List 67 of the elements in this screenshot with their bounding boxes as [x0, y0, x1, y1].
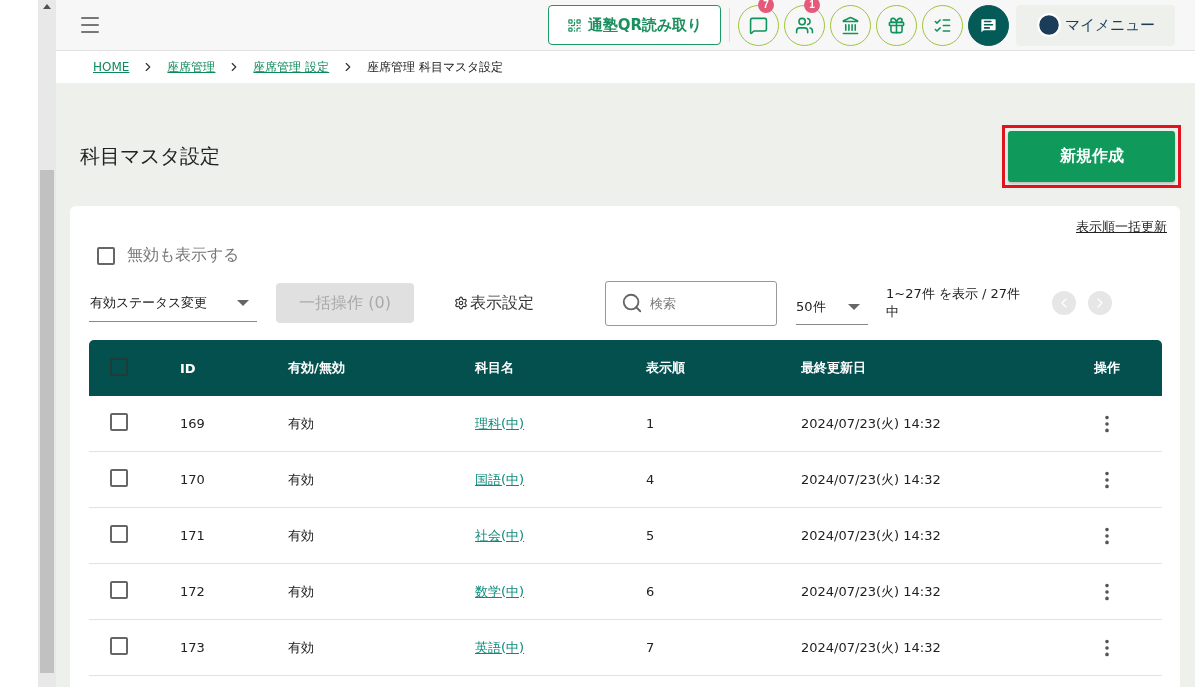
- people-icon: [795, 15, 814, 35]
- table-cell: 172: [180, 584, 205, 599]
- notification-badge: 1: [804, 0, 820, 13]
- row-checkbox[interactable]: [110, 581, 128, 599]
- table-cell: 2024/07/23(火) 14:32: [801, 471, 941, 487]
- qr-scan-button[interactable]: 通塾QR読み取り: [547, 5, 721, 45]
- column-header: 有効/無効: [288, 360, 345, 375]
- display-settings-button[interactable]: 表示設定: [454, 292, 534, 314]
- breadcrumb-link[interactable]: 座席管理: [167, 58, 216, 76]
- table-cell: 1: [646, 416, 655, 431]
- column-header: 表示順: [646, 360, 685, 375]
- checkbox[interactable]: [97, 246, 115, 265]
- breadcrumb-link[interactable]: HOME: [93, 60, 130, 74]
- subject-link[interactable]: 社会(中): [475, 527, 525, 543]
- qr-code-icon: [566, 17, 582, 33]
- header-icon-button[interactable]: [830, 4, 871, 46]
- create-button[interactable]: 新規作成: [1008, 131, 1175, 182]
- speech-bubble-icon: [749, 15, 768, 35]
- table-cell: 有効: [288, 471, 314, 487]
- subject-link[interactable]: 理科(中): [475, 415, 525, 431]
- subject-link[interactable]: 国語(中): [475, 471, 525, 487]
- column-header: 最終更新日: [801, 360, 866, 375]
- select-all-checkbox[interactable]: [110, 357, 128, 376]
- breadcrumb-current: 座席管理 科目マスタ設定: [367, 58, 504, 76]
- table-cell: 171: [180, 528, 205, 543]
- gift-icon: [887, 15, 906, 35]
- bulk-order-link[interactable]: 表示順一括更新: [1076, 218, 1167, 236]
- row-checkbox[interactable]: [110, 413, 128, 431]
- column-header: 科目名: [475, 360, 514, 375]
- table-cell: 2024/07/23(火) 14:32: [801, 415, 941, 431]
- table-cell: 有効: [288, 527, 314, 543]
- row-checkbox[interactable]: [110, 637, 128, 655]
- per-page-select[interactable]: 50件: [796, 289, 868, 325]
- table-cell: 有効: [288, 639, 314, 655]
- checkbox-label: 無効も表示する: [127, 245, 239, 266]
- table-cell: 173: [180, 640, 205, 655]
- column-header: 操作: [1093, 360, 1120, 375]
- range-text: 1~27件 を表示 / 27件中: [886, 285, 1022, 321]
- row-checkbox[interactable]: [110, 469, 128, 487]
- table-cell: 6: [646, 584, 655, 599]
- gear-icon: [454, 296, 468, 310]
- header-icon-button[interactable]: [968, 4, 1009, 46]
- table-cell: 2024/07/23(火) 14:32: [801, 583, 941, 599]
- notification-badge: 7: [758, 0, 774, 13]
- table-cell: 2024/07/23(火) 14:32: [801, 527, 941, 543]
- subject-link[interactable]: 数学(中): [475, 583, 525, 599]
- search-field[interactable]: 検索: [605, 280, 777, 326]
- row-checkbox[interactable]: [110, 525, 128, 543]
- breadcrumb-link[interactable]: 座席管理 設定: [253, 58, 330, 76]
- building-icon: [841, 15, 860, 35]
- table-cell: 169: [180, 416, 205, 431]
- user-avatar-icon: [1036, 12, 1062, 38]
- table-cell: 有効: [288, 583, 314, 599]
- status-select[interactable]: 有効ステータス変更: [89, 284, 257, 322]
- table-cell: 2024/07/23(火) 14:32: [801, 639, 941, 655]
- header-icon-button[interactable]: [876, 4, 917, 46]
- table-cell: 5: [646, 528, 655, 543]
- search-icon: [621, 291, 643, 314]
- subject-link[interactable]: 英語(中): [475, 639, 525, 655]
- page-title: 科目マスタ設定: [80, 143, 220, 170]
- table-cell: 7: [646, 640, 655, 655]
- my-menu-button[interactable]: マイメニュー: [1016, 4, 1175, 46]
- table-cell: 4: [646, 472, 655, 487]
- column-header: ID: [180, 360, 196, 376]
- scrollbar[interactable]: [38, 0, 56, 687]
- table-cell: 170: [180, 472, 205, 487]
- table-cell: 有効: [288, 415, 314, 431]
